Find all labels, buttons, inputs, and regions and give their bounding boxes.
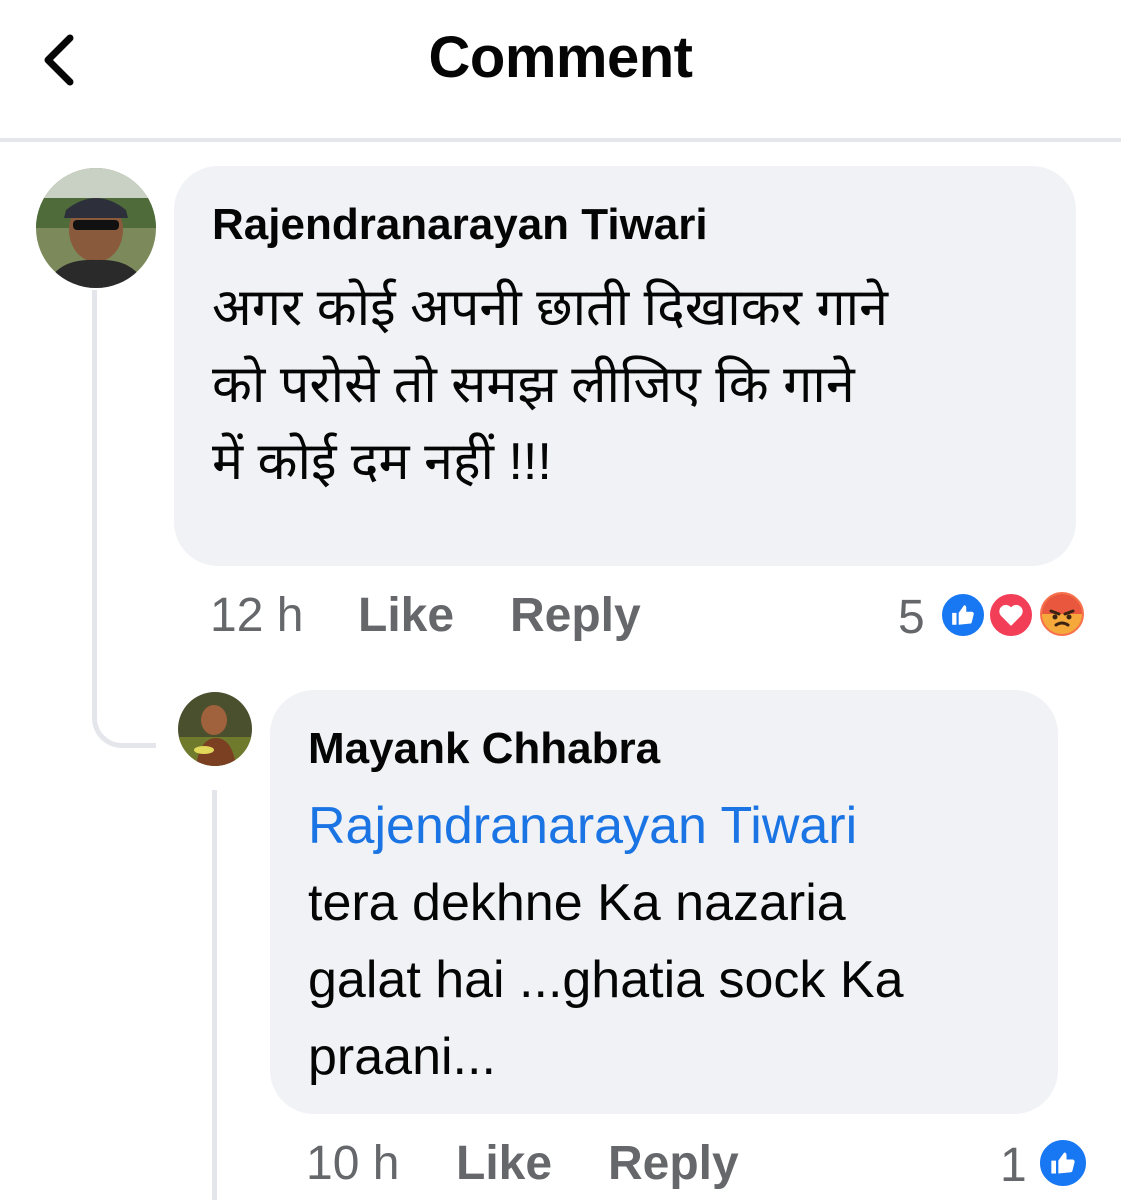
thread-connector xyxy=(92,290,156,748)
reply-like-button[interactable]: Like xyxy=(456,1136,552,1191)
reaction-count[interactable]: 5 xyxy=(898,590,925,645)
reply-button[interactable]: Reply xyxy=(510,588,641,643)
avatar[interactable] xyxy=(36,168,156,288)
reply-avatar[interactable] xyxy=(178,692,252,766)
reply-line: praani... xyxy=(308,1028,496,1086)
love-reaction-icon xyxy=(986,590,1036,640)
header-divider xyxy=(0,138,1121,142)
comment-text: अगर कोई अपनी छाती दिखाकर गाने को परोसे त… xyxy=(212,270,1072,501)
comment-line: को परोसे तो समझ लीजिए कि गाने xyxy=(212,356,855,414)
page-title: Comment xyxy=(428,25,693,90)
reply-author[interactable]: Mayank Chhabra xyxy=(308,724,660,774)
reply-line: galat hai ...ghatia sock Ka xyxy=(308,951,904,1009)
thumbs-up-icon xyxy=(952,605,974,625)
top-bar: Comment xyxy=(0,0,1121,138)
comment-line: में कोई दम नहीं !!! xyxy=(212,433,552,491)
angry-reaction-icon xyxy=(1036,588,1088,640)
reply-timestamp[interactable]: 10 h xyxy=(306,1136,399,1191)
like-reaction-icon xyxy=(938,590,988,640)
avatar-photo xyxy=(36,168,156,288)
comment-line: अगर कोई अपनी छाती दिखाकर गाने xyxy=(212,279,888,337)
heart-icon xyxy=(999,604,1023,626)
avatar-photo xyxy=(178,692,252,766)
reply-line: tera dekhne Ka nazaria xyxy=(308,874,846,932)
reply-text: Rajendranarayan Tiwari tera dekhne Ka na… xyxy=(308,788,1048,1096)
comment-timestamp[interactable]: 12 h xyxy=(210,588,303,643)
thread-connector-reply xyxy=(212,790,217,1200)
thumbs-up-icon xyxy=(1051,1152,1075,1174)
like-button[interactable]: Like xyxy=(358,588,454,643)
mention-link[interactable]: Rajendranarayan Tiwari xyxy=(308,788,1048,865)
reply-reply-button[interactable]: Reply xyxy=(608,1136,739,1191)
angry-face-icon xyxy=(1042,594,1082,634)
reply-reaction-count[interactable]: 1 xyxy=(1000,1138,1027,1193)
comment-author[interactable]: Rajendranarayan Tiwari xyxy=(212,200,708,250)
reply-like-reaction-icon[interactable] xyxy=(1036,1136,1090,1190)
